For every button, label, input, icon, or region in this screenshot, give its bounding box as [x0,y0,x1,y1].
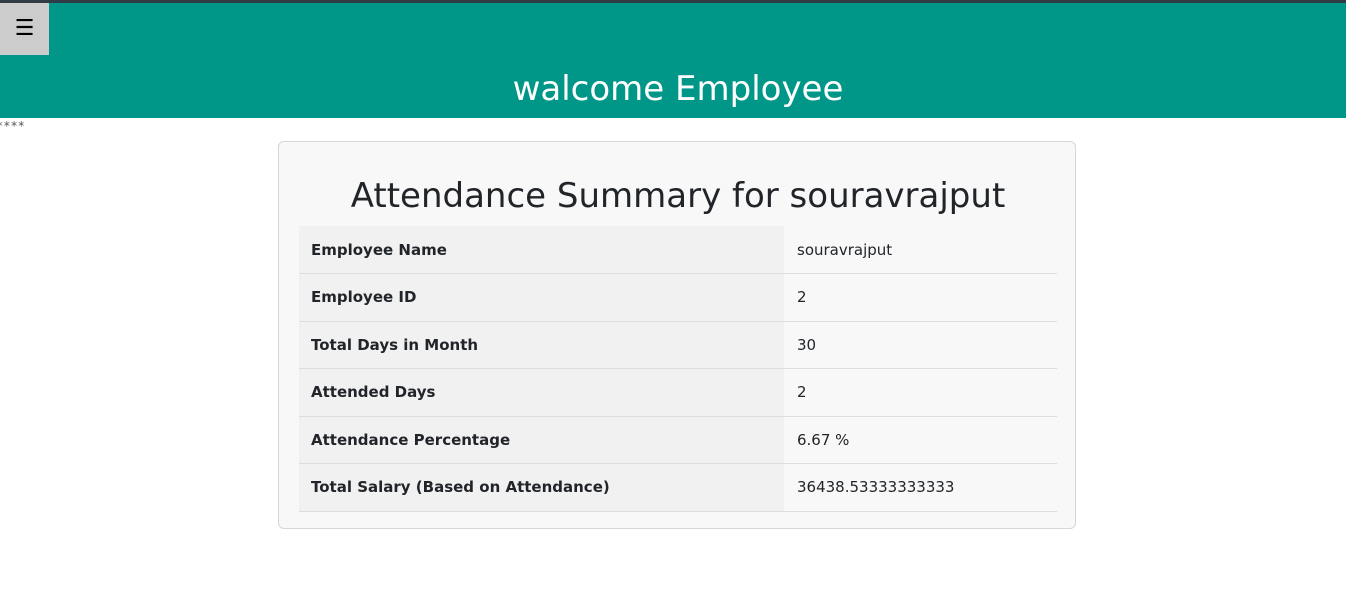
header-title: walcome Employee [512,69,844,109]
row-label: Employee Name [299,226,784,274]
row-value: 30 [784,321,1057,369]
row-label: Employee ID [299,273,784,321]
table-row: Attendance Percentage 6.67 % [299,416,1057,464]
table-row: Total Days in Month 30 [299,321,1057,369]
attendance-summary-card: Attendance Summary for souravrajput Empl… [278,141,1076,529]
row-value: 2 [784,368,1057,416]
card-title: Attendance Summary for souravrajput [350,176,1006,216]
row-label: Total Salary (Based on Attendance) [299,463,784,511]
row-label: Total Days in Month [299,321,784,369]
row-value: 36438.53333333333 [784,463,1057,511]
summary-table: Employee Name souravrajput Employee ID 2… [299,226,1057,512]
stray-text: **** [0,119,25,133]
table-row: Employee Name souravrajput [299,226,1057,274]
table-row: Total Salary (Based on Attendance) 36438… [299,463,1057,511]
menu-button[interactable]: ☰ [0,3,49,55]
row-label: Attendance Percentage [299,416,784,464]
table-row: Attended Days 2 [299,368,1057,416]
table-row: Employee ID 2 [299,273,1057,321]
row-label: Attended Days [299,368,784,416]
row-value: 2 [784,273,1057,321]
row-value: 6.67 % [784,416,1057,464]
row-value: souravrajput [784,226,1057,274]
page-header: ☰ walcome Employee [0,3,1346,118]
hamburger-menu-icon: ☰ [14,16,35,41]
